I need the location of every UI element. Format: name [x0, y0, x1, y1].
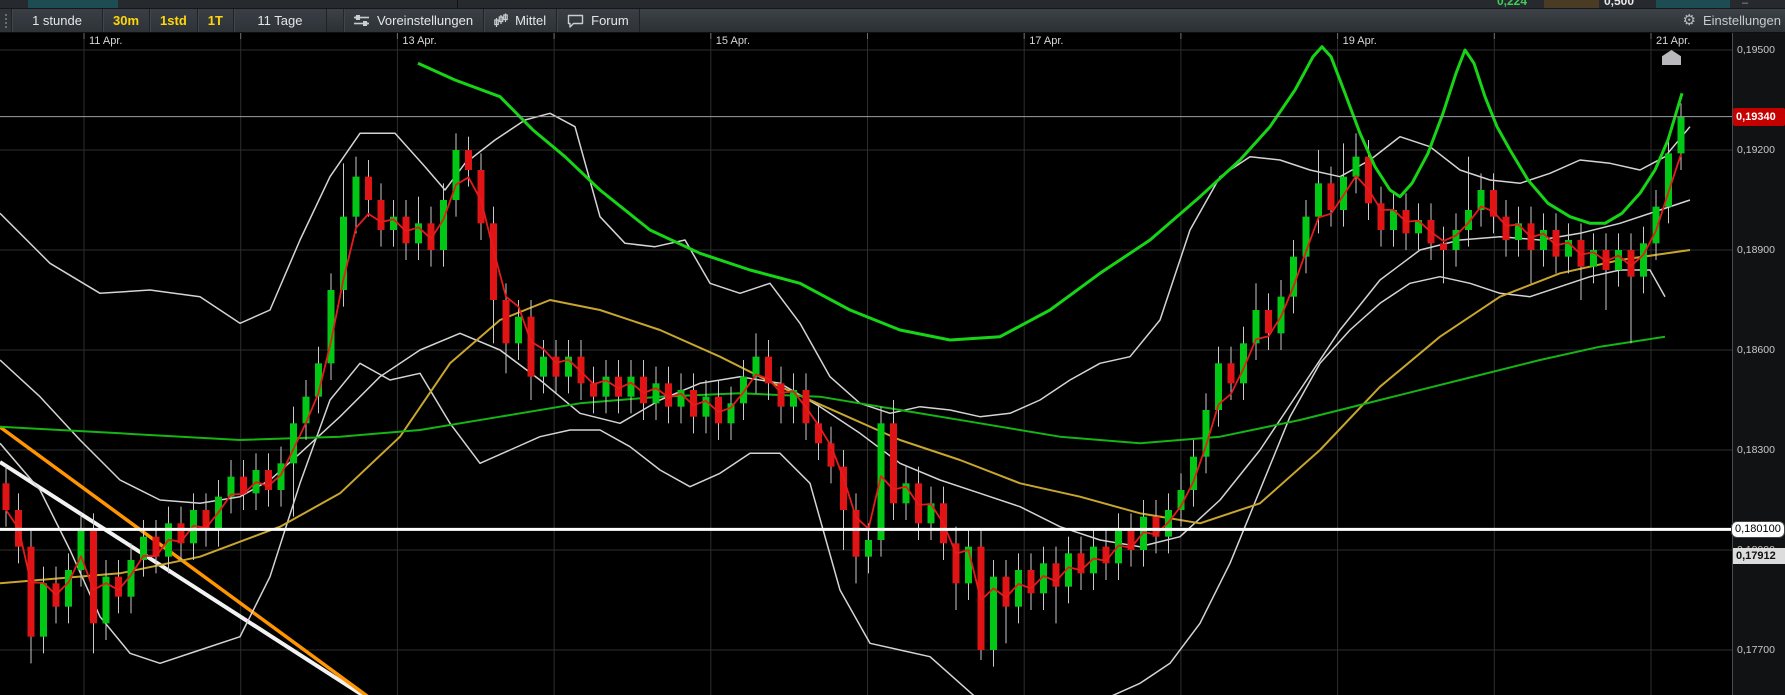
preset-30m-button[interactable]: 30m [103, 9, 151, 32]
price-axis[interactable]: 0,19500 0,19200 0,18900 0,18600 0,18300 0,180… [1731, 33, 1785, 695]
date-label: 17 Apr. [1029, 35, 1064, 47]
date-label: 13 Apr. [402, 35, 437, 47]
preset-1t-button[interactable]: 1T [197, 9, 234, 32]
date-label: 21 Apr. [1656, 35, 1691, 47]
price-tick-label: 0,18900 [1737, 243, 1775, 256]
date-label: 19 Apr. [1342, 35, 1377, 47]
horizontal-line-price-label[interactable]: 0,180100 [1731, 521, 1785, 539]
instrument-row-partial: 0,224 0,500 – [0, 0, 1785, 9]
price-tick-label: 0,19200 [1737, 143, 1775, 156]
chart-area[interactable]: 11 Apr. 13 Apr. 15 Apr. 17 Apr. 19 Apr. 21 Ap… [0, 33, 1785, 695]
date-label: 15 Apr. [715, 35, 751, 47]
slow-green-ma-line [0, 335, 1666, 445]
price-tick-label: 0,18600 [1737, 343, 1775, 356]
candles[interactable] [2, 103, 1685, 667]
toolbar-grip-handle[interactable] [0, 9, 12, 32]
price-tick-label: 0,19500 [1737, 43, 1775, 56]
strip-separator [457, 0, 458, 8]
voreinstellungen-button[interactable]: Voreinstellungen [343, 9, 485, 32]
strip-value-green: 0,224 [1497, 0, 1528, 8]
timeframe-dropdown[interactable]: 1 stunde [12, 9, 103, 32]
forum-button[interactable]: Forum [557, 9, 640, 32]
bollinger-bands [0, 112, 1691, 695]
speech-bubble-icon [567, 14, 584, 28]
position-price-badge: 0,17912 [1733, 548, 1785, 564]
range-button[interactable]: 11 Tage [233, 9, 327, 32]
toolbar-gap [327, 9, 344, 32]
date-label: 11 Apr. [89, 35, 123, 47]
chart-toolbar: 1 stunde 30m 1std 1T 11 Tage Voreinstell… [0, 9, 1785, 33]
candlestick-plot[interactable] [0, 33, 1732, 695]
strip-dash: – [1742, 0, 1749, 9]
timeframe-label: 1 stunde [32, 13, 82, 28]
gear-icon: ⚙ [1682, 12, 1696, 29]
mittel-button[interactable]: Mittel [484, 9, 558, 32]
yellow-ma-line [0, 249, 1691, 585]
strip-value-white: 0,500 [1604, 0, 1635, 8]
strip-teal-cell-left [28, 0, 118, 8]
einstellungen-button[interactable]: ⚙ Einstellungen [1672, 9, 1785, 32]
strip-brown-cell [1544, 0, 1599, 8]
trading-app-window: { "top_strip": { "value_green": "0,224",… [0, 0, 1785, 695]
price-tick-label: 0,17700 [1737, 643, 1775, 656]
strip-teal-cell-right [1656, 0, 1730, 8]
candlestick-icon [494, 13, 508, 28]
price-tick-label: 0,18300 [1737, 443, 1775, 456]
current-price-badge: 0,19340 [1733, 107, 1785, 126]
preset-1std-button[interactable]: 1std [150, 9, 198, 32]
sliders-icon [353, 14, 370, 27]
